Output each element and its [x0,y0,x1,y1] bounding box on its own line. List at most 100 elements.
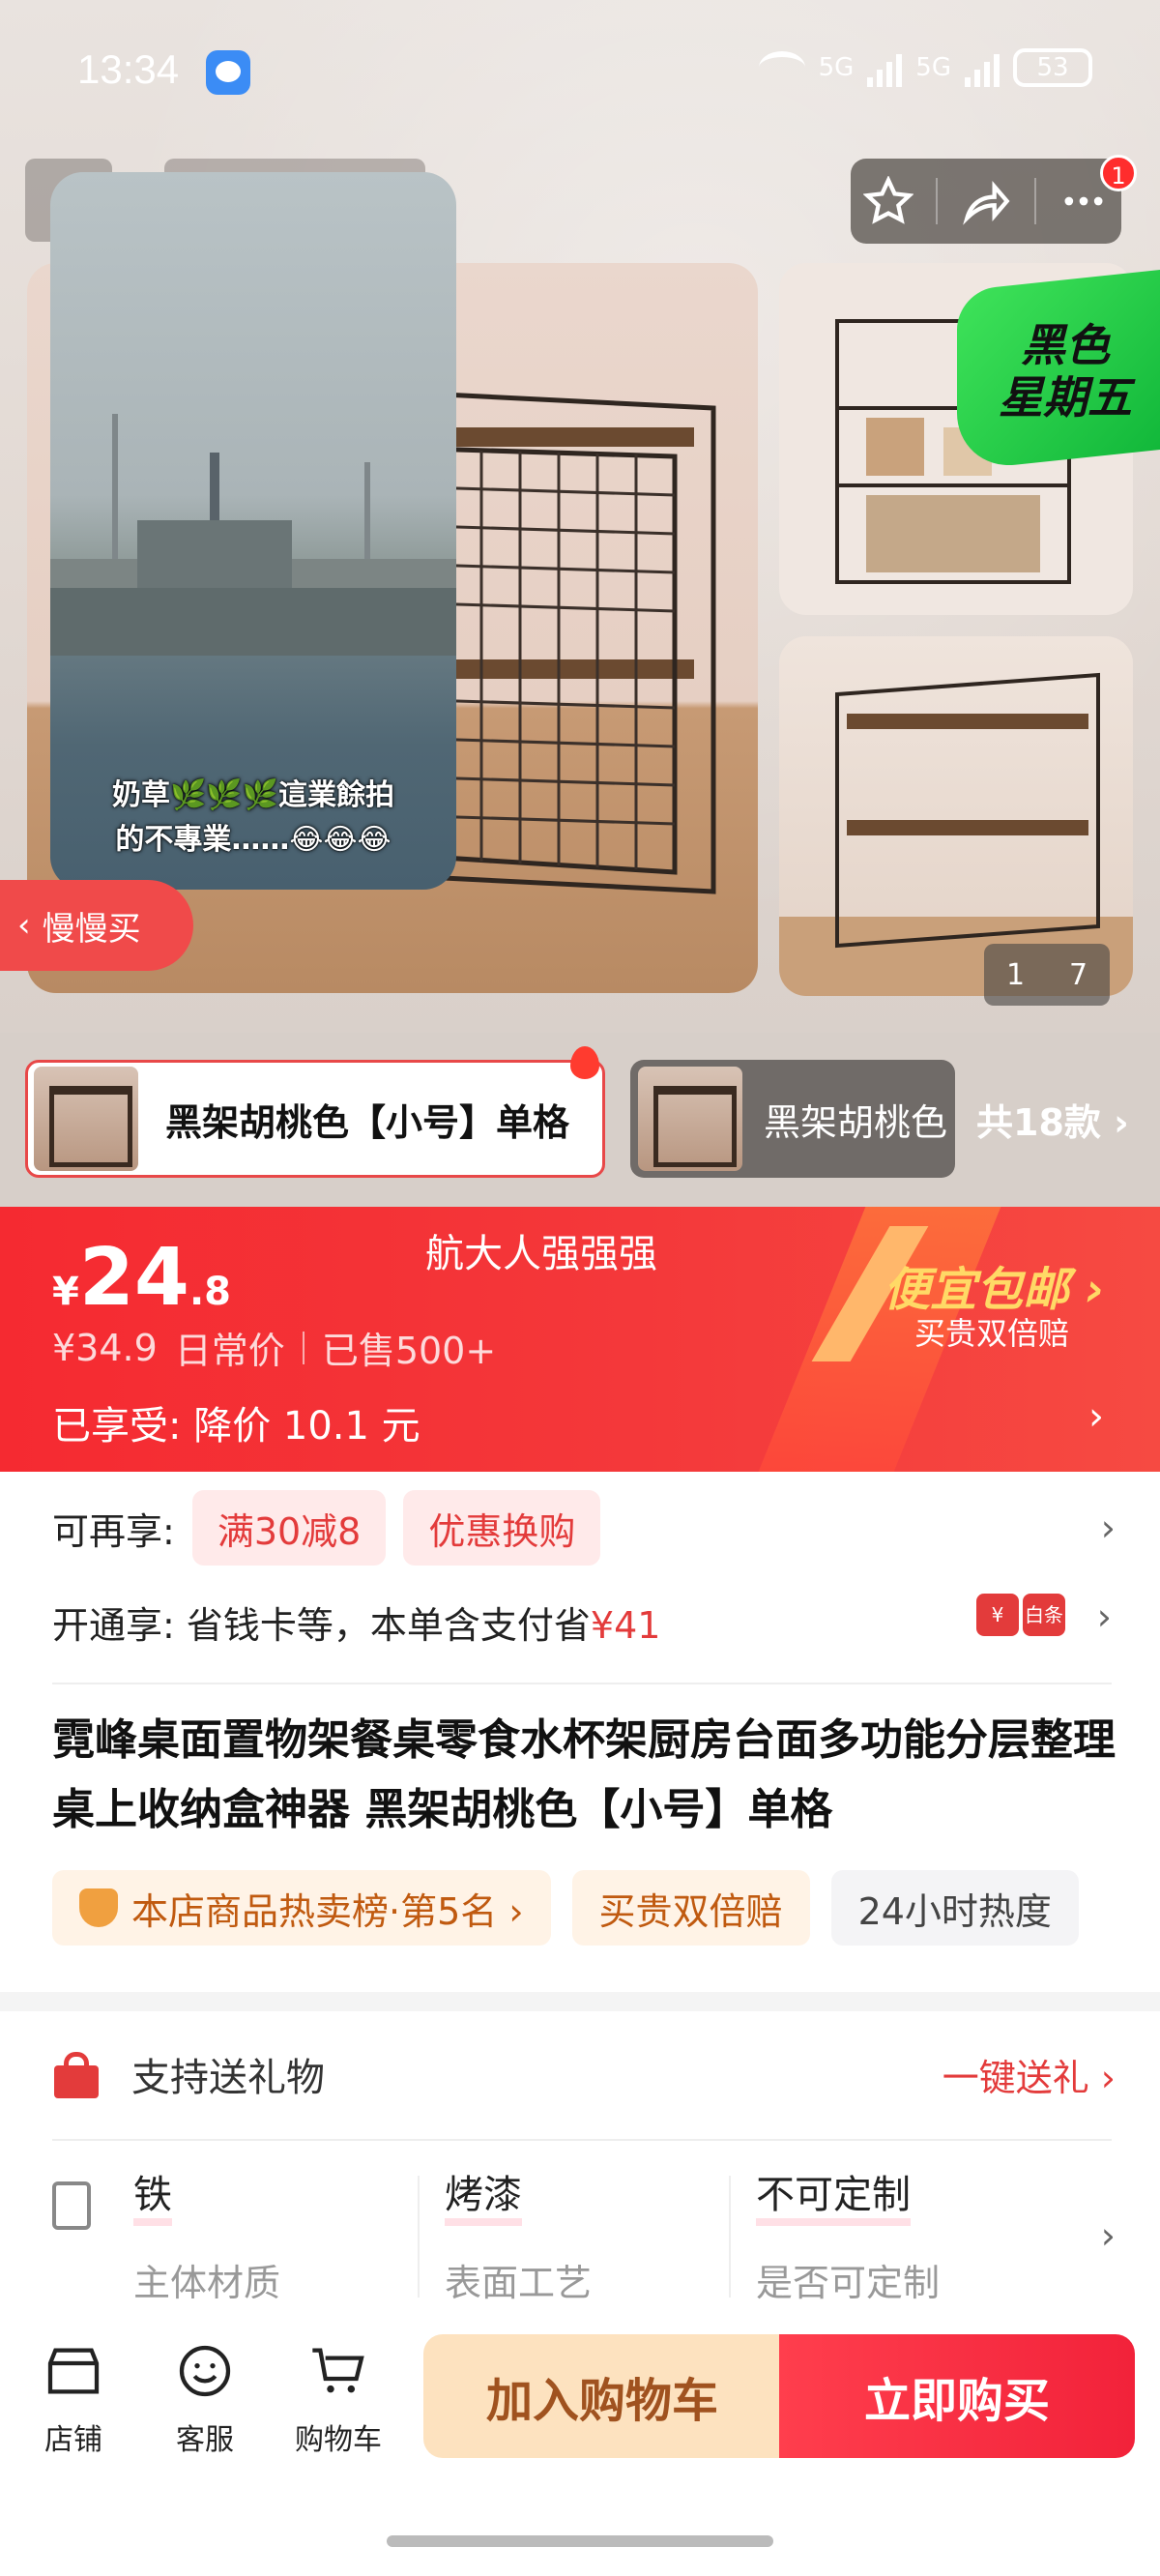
gift-label: 支持送礼物 [131,2056,325,2100]
variant-option[interactable]: 黑架胡桃色 [630,1060,955,1178]
top-action-pill [851,159,1121,244]
product-title: 霓峰桌面置物架餐桌零食水杯架厨房台面多功能分层整理桌上收纳盒神器 黑架胡桃色【小… [52,1715,1116,1834]
status-time: 13:34 [77,46,180,92]
signal-icon-2 [965,48,1000,87]
variant-label: 黑架胡桃色 [764,1100,948,1144]
rank-tag-label: 本店商品热卖榜·第5名 › [131,1889,524,1933]
variant-thumbnail [638,1067,742,1171]
wifi-icon [758,51,805,84]
nav-store-label: 店铺 [44,2423,102,2457]
variant-option-selected[interactable]: 黑架胡桃色【小号】单格 [25,1060,605,1178]
divider [52,2139,1112,2141]
chevron-right-icon[interactable]: › [1097,1595,1112,1638]
store-icon [43,2340,104,2402]
status-icons: 5G 5G 53 [758,48,1092,87]
variant-count-link[interactable]: 共18款 › [976,1093,1129,1146]
network-label-1: 5G [818,53,855,82]
bestseller-rank-tag[interactable]: 本店商品热卖榜·第5名 › [52,1870,551,1946]
gallery-thumb-side-view[interactable] [779,636,1133,996]
current-price: ¥24.8 [52,1232,231,1324]
chevron-right-icon: › [1114,1101,1129,1144]
heat-tag[interactable]: 24小时热度 [830,1870,1079,1946]
service-smiley-icon [174,2340,236,2402]
nav-customer-service[interactable]: 客服 [147,2340,263,2458]
battery-icon: 53 [1013,48,1092,87]
attribute-divider [418,2176,420,2298]
original-price: ¥34.9 [52,1326,158,1369]
slow-buy-button[interactable]: ‹ 慢慢买 [0,880,193,971]
membership-benefit-row[interactable]: 开通享: 省钱卡等，本单含支付省¥41 [52,1595,660,1649]
promo-chip[interactable]: 优惠换购 [403,1490,601,1566]
buy-now-button[interactable]: 立即购买 [779,2334,1135,2458]
attribute-value: 不可定制 [756,2172,911,2226]
attribute-key: 表面工艺 [445,2262,593,2304]
gift-icon [52,2050,101,2098]
shop-slogan: 航大人强强强 [425,1232,657,1276]
add-to-cart-button[interactable]: 加入购物车 [423,2334,781,2458]
ship-hull [50,588,456,656]
chevron-right-icon[interactable]: › [1101,1507,1116,1549]
payment-icons: ¥ 白条 [976,1594,1065,1636]
signal-icon-1 [867,48,903,87]
variant-thumbnail [34,1067,138,1171]
pill-divider [1033,178,1036,224]
gift-row[interactable]: 支持送礼物 一键送礼 › [52,2040,1116,2108]
price-banner: ¥24.8 航大人强强强 ¥34.9 日常价 已售500+ 已享受: 降价 10… [0,1207,1160,1472]
subline-divider [302,1331,304,1364]
attribute-key: 主体材质 [133,2262,281,2304]
benefit-amount: ¥41 [590,1604,661,1647]
attribute-material: 铁 主体材质 [133,2172,280,2306]
home-indicator[interactable] [387,2535,773,2547]
price-integer: 24 [78,1232,189,1324]
gallery-page-indicator: 1 7 [984,944,1110,1006]
chevron-right-icon[interactable]: › [1088,1394,1104,1439]
nav-cart-label: 购物车 [295,2423,382,2457]
section-gap [0,1992,1160,2011]
price-decimal: .8 [188,1270,231,1314]
notification-badge: 1 [1100,155,1137,191]
promotion-row[interactable]: 可再享: 满30减8 优惠换购 › [52,1489,1116,1566]
variant-count-label: 共18款 [976,1101,1101,1144]
product-attributes[interactable]: 铁 主体材质 烤漆 表面工艺 不可定制 是否可定制 › [52,2172,1116,2304]
variant-selector: 黑架胡桃色【小号】单格 黑架胡桃色 共18款 › [0,1033,1160,1207]
promotion-label: 可再享: [52,1509,175,1553]
favorite-star-icon[interactable] [861,174,915,228]
sold-count: 已售500+ [321,1330,497,1372]
status-bar: 13:34 5G 5G 53 [0,39,1160,106]
chevron-right-icon: › [1069,1263,1105,1317]
chevron-right-icon[interactable]: › [1101,2214,1116,2257]
price-guarantee-tag[interactable]: 买贵双倍赔 [571,1870,810,1946]
price-subline: ¥34.9 日常价 已售500+ [52,1321,496,1374]
network-label-2: 5G [915,53,951,82]
nav-service-label: 客服 [176,2423,234,2457]
send-gift-link[interactable]: 一键送礼 › [942,2048,1116,2101]
side-rack-illustration [779,672,1133,996]
share-icon[interactable] [959,174,1013,228]
attribute-finish: 烤漆 表面工艺 [445,2172,592,2306]
black-friday-line-1: 黑色 [1021,319,1110,371]
product-gallery[interactable]: 13:34 5G 5G 53 黑色 星期五 奶草🌿🌿🌿這業餘拍 的不專業……😂😂… [0,0,1160,1033]
video-caption: 奶草🌿🌿🌿這業餘拍 的不專業……😂😂😂 [79,774,427,863]
nav-store[interactable]: 店铺 [15,2340,131,2458]
attribute-customizable: 不可定制 是否可定制 [756,2172,940,2306]
benefit-text: 开通享: 省钱卡等，本单含支付省 [52,1604,591,1647]
attribute-key: 是否可定制 [756,2262,941,2304]
bottom-action-bar: 店铺 客服 购物车 加入购物车 立即购买 [0,2321,1160,2514]
ship-superstructure [137,520,292,598]
nav-cart[interactable]: 购物车 [280,2340,396,2458]
attribute-value: 铁 [133,2172,172,2226]
hot-flame-icon [570,1046,599,1079]
pill-divider [936,178,939,224]
chevron-left-icon: ‹ [17,906,31,945]
black-friday-text: 黑色 星期五 [978,319,1152,424]
floating-video-player[interactable]: 奶草🌿🌿🌿這業餘拍 的不專業……😂😂😂 [50,172,456,890]
original-price-label: 日常价 [174,1330,285,1372]
slow-buy-label: 慢慢买 [42,909,141,949]
cart-icon [307,2340,369,2402]
variant-label: 黑架胡桃色【小号】单格 [165,1100,570,1144]
attribute-value: 烤漆 [445,2172,522,2226]
promo-chip[interactable]: 满30减8 [191,1490,387,1566]
video-caption-line-2: 的不專業……😂😂😂 [115,823,392,857]
ship-mast [210,453,219,530]
discount-enjoyed[interactable]: 已享受: 降价 10.1 元 [52,1394,420,1450]
